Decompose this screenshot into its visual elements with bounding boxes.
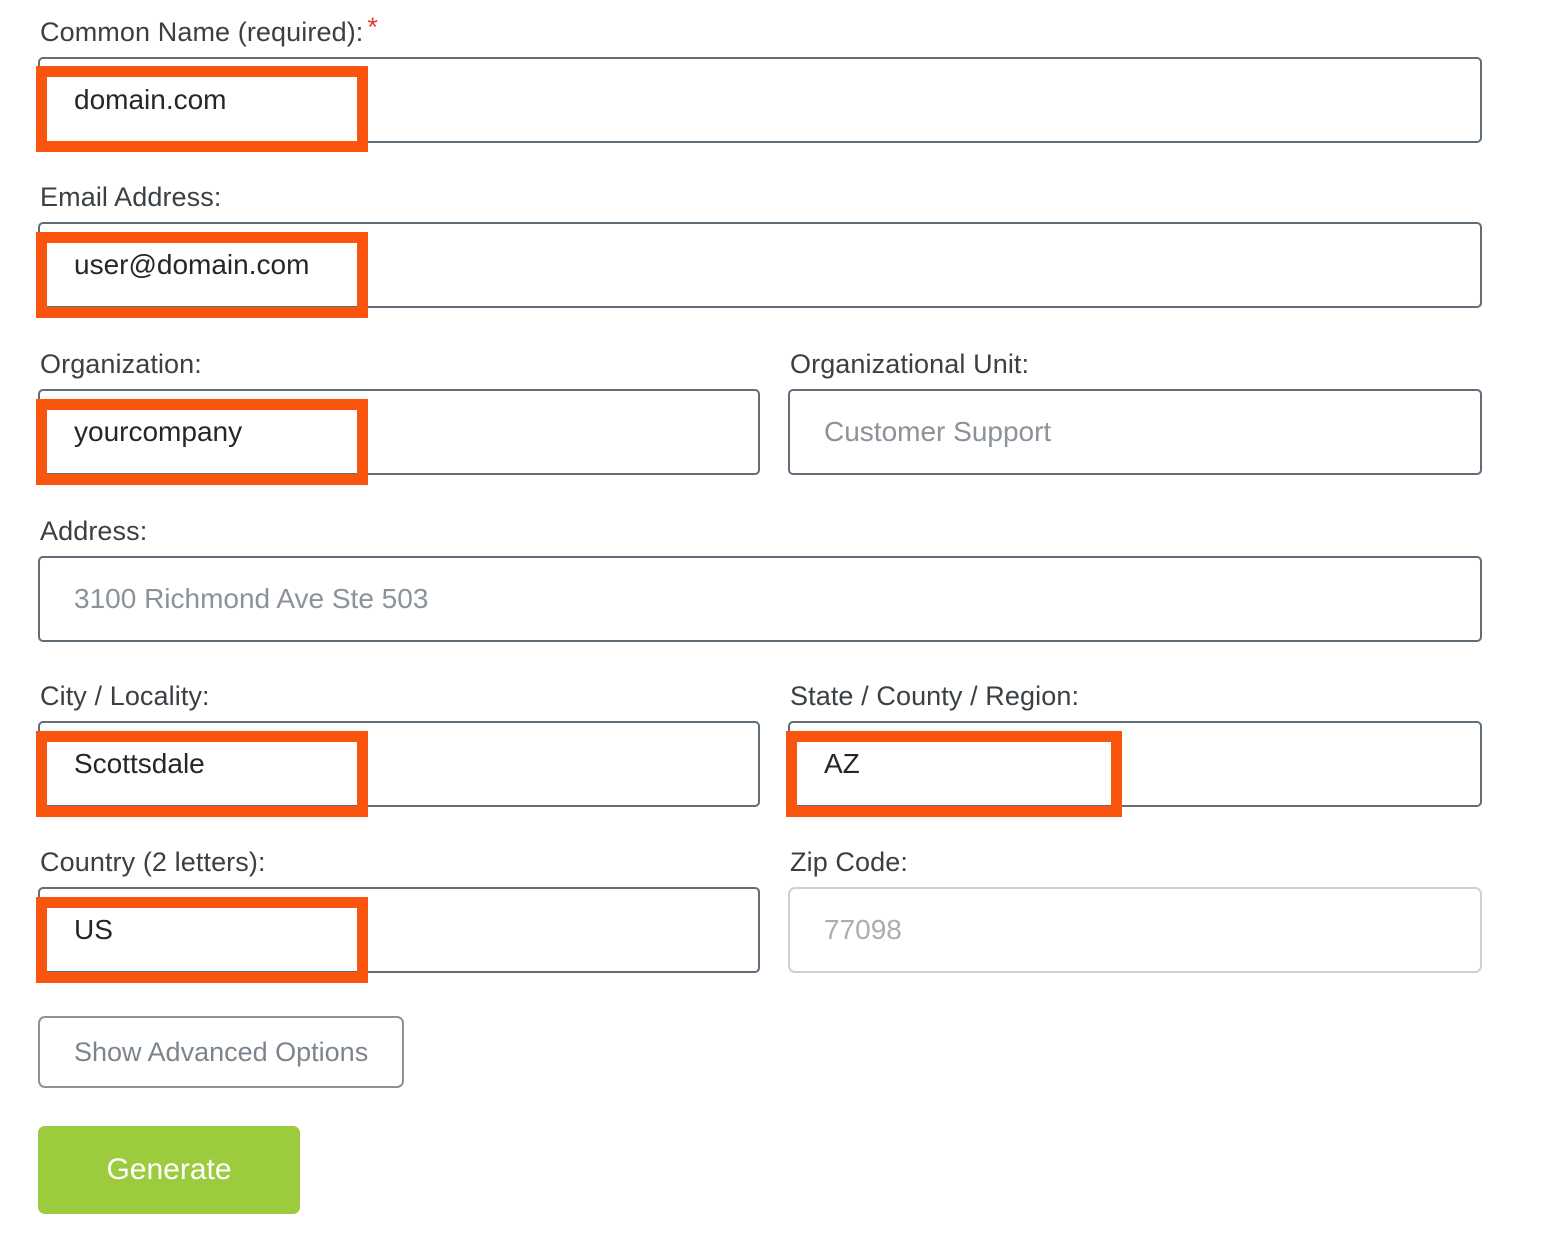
- label-address: Address:: [40, 516, 148, 546]
- organization-input[interactable]: [38, 389, 760, 475]
- required-asterisk-icon: *: [367, 12, 379, 42]
- organizational-unit-input[interactable]: [788, 389, 1482, 475]
- advanced-options-row: Show Advanced Options: [38, 1016, 405, 1088]
- label-email-address: Email Address:: [40, 182, 222, 212]
- label-organization: Organization:: [40, 349, 202, 379]
- field-group-common-name: Common Name (required): *: [38, 14, 1482, 143]
- form-row-common-name: Common Name (required): *: [38, 14, 1482, 143]
- form-row-organization: Organization: Organizational Unit:: [38, 348, 1482, 475]
- generate-button[interactable]: Generate: [38, 1126, 300, 1214]
- show-advanced-options-button[interactable]: Show Advanced Options: [38, 1016, 405, 1088]
- field-group-city-locality: City / Locality:: [38, 680, 760, 807]
- field-group-country: Country (2 letters):: [38, 846, 760, 973]
- generate-row: Generate: [38, 1126, 300, 1214]
- csr-generator-form: Common Name (required):* Email Address: …: [0, 0, 1544, 1238]
- label-zip-code: Zip Code:: [790, 847, 908, 877]
- label-common-name-text: Common Name (required):: [40, 17, 364, 47]
- field-group-address: Address:: [38, 515, 1482, 642]
- form-row-country-zip: Country (2 letters): Zip Code:: [38, 846, 1482, 973]
- country-input[interactable]: [38, 887, 760, 973]
- form-row-address: Address:: [38, 515, 1482, 642]
- label-organizational-unit: Organizational Unit:: [790, 349, 1030, 379]
- form-row-city-state: City / Locality: State / County / Region…: [38, 680, 1482, 807]
- city-locality-input[interactable]: [38, 721, 760, 807]
- common-name-input[interactable]: [38, 57, 1482, 143]
- address-input[interactable]: [38, 556, 1482, 642]
- email-address-input[interactable]: [38, 222, 1482, 308]
- state-county-region-input[interactable]: [788, 721, 1482, 807]
- label-common-name: Common Name (required): *: [40, 14, 1482, 48]
- field-group-organizational-unit: Organizational Unit:: [760, 348, 1482, 475]
- field-group-organization: Organization:: [38, 348, 760, 475]
- zip-code-input[interactable]: [788, 887, 1482, 973]
- form-row-email-address: Email Address:: [38, 181, 1482, 308]
- field-group-email-address: Email Address:: [38, 181, 1482, 308]
- label-country: Country (2 letters):: [40, 847, 266, 877]
- field-group-state-county-region: State / County / Region:: [760, 680, 1482, 807]
- label-state-county-region: State / County / Region:: [790, 681, 1080, 711]
- label-city-locality: City / Locality:: [40, 681, 210, 711]
- field-group-zip-code: Zip Code:: [760, 846, 1482, 973]
